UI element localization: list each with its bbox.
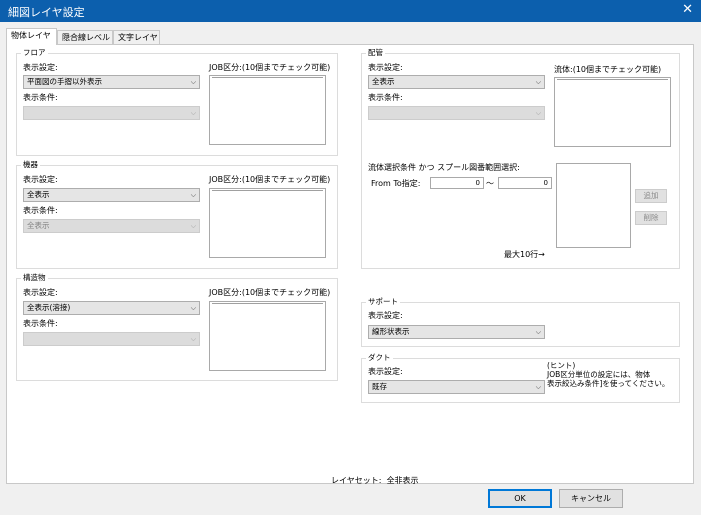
cancel-button[interactable]: キャンセル [559,489,623,508]
from-to-label: From To指定: [371,179,421,188]
display-setting-label: 表示設定: [23,288,58,297]
layer-set-caption: レイヤセット: [331,476,382,485]
hint-line: (ヒント) [547,361,576,370]
chevron-down-icon: ⌵ [190,191,196,199]
tab-label: 文字レイヤ [118,33,158,42]
display-setting-label: 表示設定: [368,63,403,72]
chevron-down-icon: ⌵ [190,109,196,117]
select-value: 全表示 [27,190,50,199]
tab-object-layer[interactable]: 物体レイヤ [6,28,57,45]
tab-label: 隠合線レベル [62,33,110,42]
list-header-line [212,303,323,304]
job-label: JOB区分:(10個までチェック可能) [209,175,331,184]
duct-display-setting-select[interactable]: 既存 ⌵ [368,380,545,394]
piping-flow-list[interactable] [554,77,671,147]
list-header-line [212,77,323,78]
equipment-group: 機器 表示設定: 全表示 ⌵ 表示条件: 全表示 ⌵ JOB区分:(10個までチ… [16,160,338,269]
floor-display-condition-select: ⌵ [23,106,200,120]
display-condition-label: 表示条件: [23,319,58,328]
group-title-duct: ダクト [366,353,393,363]
equipment-job-list[interactable] [209,188,326,258]
chevron-down-icon: ⌵ [190,222,196,230]
hint-line: JOB区分単位の設定には、物体 [547,370,651,379]
list-header-line [557,79,668,80]
structure-display-condition-select: ⌵ [23,332,200,346]
group-title-structure: 構造物 [21,273,48,283]
group-title-floor: フロア [21,48,48,58]
delete-button: 削除 [635,211,667,225]
chevron-down-icon: ⌵ [535,78,541,86]
select-value: 全表示 [27,221,50,230]
piping-group: 配管 表示設定: 全表示 ⌵ 表示条件: ⌵ 流体:(10個までチェック可能) … [361,48,680,269]
display-setting-label: 表示設定: [23,63,58,72]
job-label: JOB区分:(10個までチェック可能) [209,63,331,72]
layer-set-value: 全非表示 [386,476,419,485]
layer-set-label: レイヤセット: 全非表示 [331,476,419,486]
chevron-down-icon: ⌵ [535,109,541,117]
hint-text: (ヒント) JOB区分単位の設定には、物体 表示絞込み条件]を使ってください。 [547,361,679,388]
display-setting-label: 表示設定: [368,311,403,320]
title-bar: 細図レイヤ設定 ✕ [0,0,701,22]
tab-text-layer[interactable]: 文字レイヤ [113,30,160,45]
chevron-down-icon: ⌵ [535,383,541,391]
dialog-client: 物体レイヤ 隠合線レベル 文字レイヤ フロア 表示設定: 平面図の手摺以外表示 … [0,22,701,515]
structure-group: 構造物 表示設定: 全表示(溶接) ⌵ 表示条件: ⌵ JOB区分:(10個まで… [16,273,338,381]
window-title: 細図レイヤ設定 [8,6,85,19]
structure-display-setting-select[interactable]: 全表示(溶接) ⌵ [23,301,200,315]
group-title-equipment: 機器 [21,160,40,170]
display-condition-label: 表示条件: [23,206,58,215]
from-input[interactable]: 0 [430,177,484,189]
range-tilde: 〜 [486,179,494,188]
support-display-setting-select[interactable]: 線形状表示 ⌵ [368,325,545,339]
piping-display-condition-select: ⌵ [368,106,545,120]
chevron-down-icon: ⌵ [190,304,196,312]
floor-job-list[interactable] [209,75,326,145]
display-setting-label: 表示設定: [23,175,58,184]
floor-group: フロア 表示設定: 平面図の手摺以外表示 ⌵ 表示条件: ⌵ JOB区分:(10… [16,48,338,156]
equipment-display-setting-select[interactable]: 全表示 ⌵ [23,188,200,202]
floor-display-setting-select[interactable]: 平面図の手摺以外表示 ⌵ [23,75,200,89]
structure-job-list[interactable] [209,301,326,371]
select-value: 平面図の手摺以外表示 [27,77,102,86]
support-group: サポート 表示設定: 線形状表示 ⌵ [361,297,680,347]
display-condition-label: 表示条件: [368,93,403,102]
select-value: 全表示(溶接) [27,303,71,312]
tab-hidden-line-level[interactable]: 隠合線レベル [57,30,113,45]
chevron-down-icon: ⌵ [535,328,541,336]
group-title-support: サポート [366,297,400,307]
chevron-down-icon: ⌵ [190,335,196,343]
tab-panel-object-layer: フロア 表示設定: 平面図の手摺以外表示 ⌵ 表示条件: ⌵ JOB区分:(10… [6,44,694,486]
select-value: 全表示 [372,77,395,86]
close-icon[interactable]: ✕ [682,2,693,17]
piping-display-setting-select[interactable]: 全表示 ⌵ [368,75,545,89]
job-label: JOB区分:(10個までチェック可能) [209,288,331,297]
spool-range-list[interactable] [556,163,631,248]
duct-group: ダクト 表示設定: 既存 ⌵ (ヒント) JOB区分単位の設定には、物体 表示絞… [361,353,680,403]
equipment-display-condition-select: 全表示 ⌵ [23,219,200,233]
to-input[interactable]: 0 [498,177,552,189]
tab-label: 物体レイヤ [11,31,51,40]
select-value: 既存 [372,382,387,391]
group-title-piping: 配管 [366,48,385,58]
add-button: 追加 [635,189,667,203]
select-value: 線形状表示 [372,327,410,336]
hint-line: 表示絞込み条件]を使ってください。 [547,379,670,388]
ok-button[interactable]: OK [488,489,552,508]
flow-label: 流体:(10個までチェック可能) [554,65,662,74]
chevron-down-icon: ⌵ [190,78,196,86]
selection-condition-label: 流体選択条件 かつ スプール図番範囲選択: [368,163,520,172]
list-header-line [212,190,323,191]
display-setting-label: 表示設定: [368,367,403,376]
display-condition-label: 表示条件: [23,93,58,102]
max-rows-label: 最大10行→ [504,250,545,259]
